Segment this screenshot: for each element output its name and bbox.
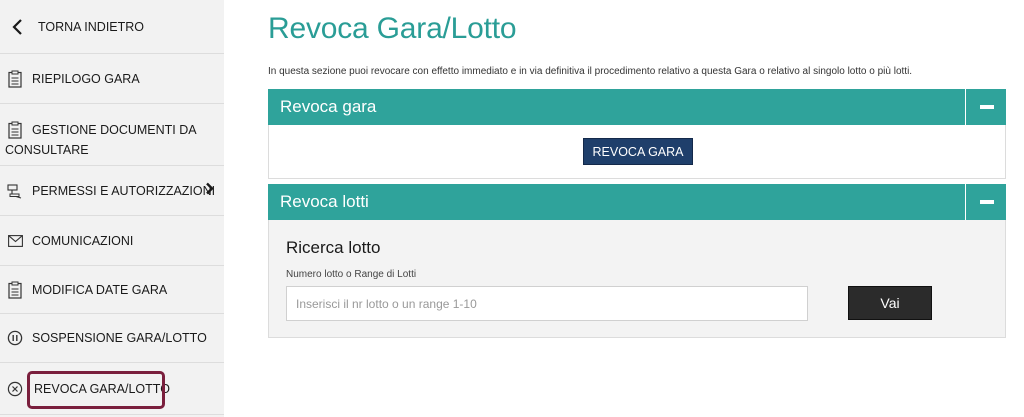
chevron-right-icon[interactable]: [205, 182, 214, 200]
header-divider: [965, 184, 966, 220]
back-link[interactable]: TORNA INDIETRO: [0, 0, 224, 54]
sidebar-item-modifica-date[interactable]: MODIFICA DATE GARA: [0, 266, 224, 314]
active-item-outline: [27, 371, 165, 409]
sidebar-item-gestione-documenti[interactable]: GESTIONE DOCUMENTI DA CONSULTARE: [0, 104, 224, 166]
collapse-icon[interactable]: [980, 200, 994, 204]
cancel-icon: [6, 380, 24, 398]
pause-icon: [6, 329, 24, 347]
chevron-left-icon: [8, 18, 26, 36]
sidebar-item-label: COMUNICAZIONI: [32, 233, 134, 248]
page-title: Revoca Gara/Lotto: [268, 12, 517, 45]
panel-header-revoca-lotti[interactable]: Revoca lotti: [268, 184, 1006, 220]
clipboard-icon: [6, 281, 24, 299]
sidebar-item-label: GESTIONE DOCUMENTI DA: [32, 123, 197, 137]
sidebar-item-label: SOSPENSIONE GARA/LOTTO: [32, 331, 207, 345]
page-description: In questa sezione puoi revocare con effe…: [268, 66, 913, 77]
envelope-icon: [6, 232, 24, 250]
sidebar-item-label: PERMESSI E AUTORIZZAZIONI: [32, 183, 216, 198]
sidebar-item-comunicazioni[interactable]: COMUNICAZIONI: [0, 216, 224, 266]
sidebar-item-permessi[interactable]: PERMESSI E AUTORIZZAZIONI: [0, 166, 224, 216]
sidebar: TORNA INDIETRO RIEPILOGO GARA GESTIONE D…: [0, 0, 224, 417]
revoca-gara-button[interactable]: REVOCA GARA: [583, 138, 693, 165]
search-title: Ricerca lotto: [286, 238, 381, 257]
search-field-label: Numero lotto o Range di Lotti: [286, 269, 417, 280]
panel-header-revoca-gara[interactable]: Revoca gara: [268, 89, 1006, 125]
sidebar-item-riepilogo-gara[interactable]: RIEPILOGO GARA: [0, 54, 224, 104]
sidebar-item-sospensione[interactable]: SOSPENSIONE GARA/LOTTO: [0, 314, 224, 363]
panel-title: Revoca lotti: [280, 192, 369, 211]
clipboard-icon: [6, 70, 24, 88]
vai-button[interactable]: Vai: [848, 286, 932, 320]
clipboard-icon: [6, 121, 24, 139]
collapse-icon[interactable]: [980, 105, 994, 109]
sidebar-item-label: RIEPILOGO GARA: [32, 71, 140, 86]
sidebar-item-label-continued: CONSULTARE: [5, 143, 89, 157]
panel-title: Revoca gara: [280, 97, 377, 116]
stamp-icon: [6, 182, 24, 200]
panel-body-revoca-gara: REVOCA GARA: [268, 125, 1006, 179]
lotto-search-input[interactable]: [286, 286, 808, 321]
header-divider: [965, 89, 966, 125]
back-link-label: TORNA INDIETRO: [38, 19, 145, 34]
panel-body-revoca-lotti: Ricerca lotto Numero lotto o Range di Lo…: [268, 220, 1006, 338]
sidebar-item-label: MODIFICA DATE GARA: [32, 282, 168, 297]
